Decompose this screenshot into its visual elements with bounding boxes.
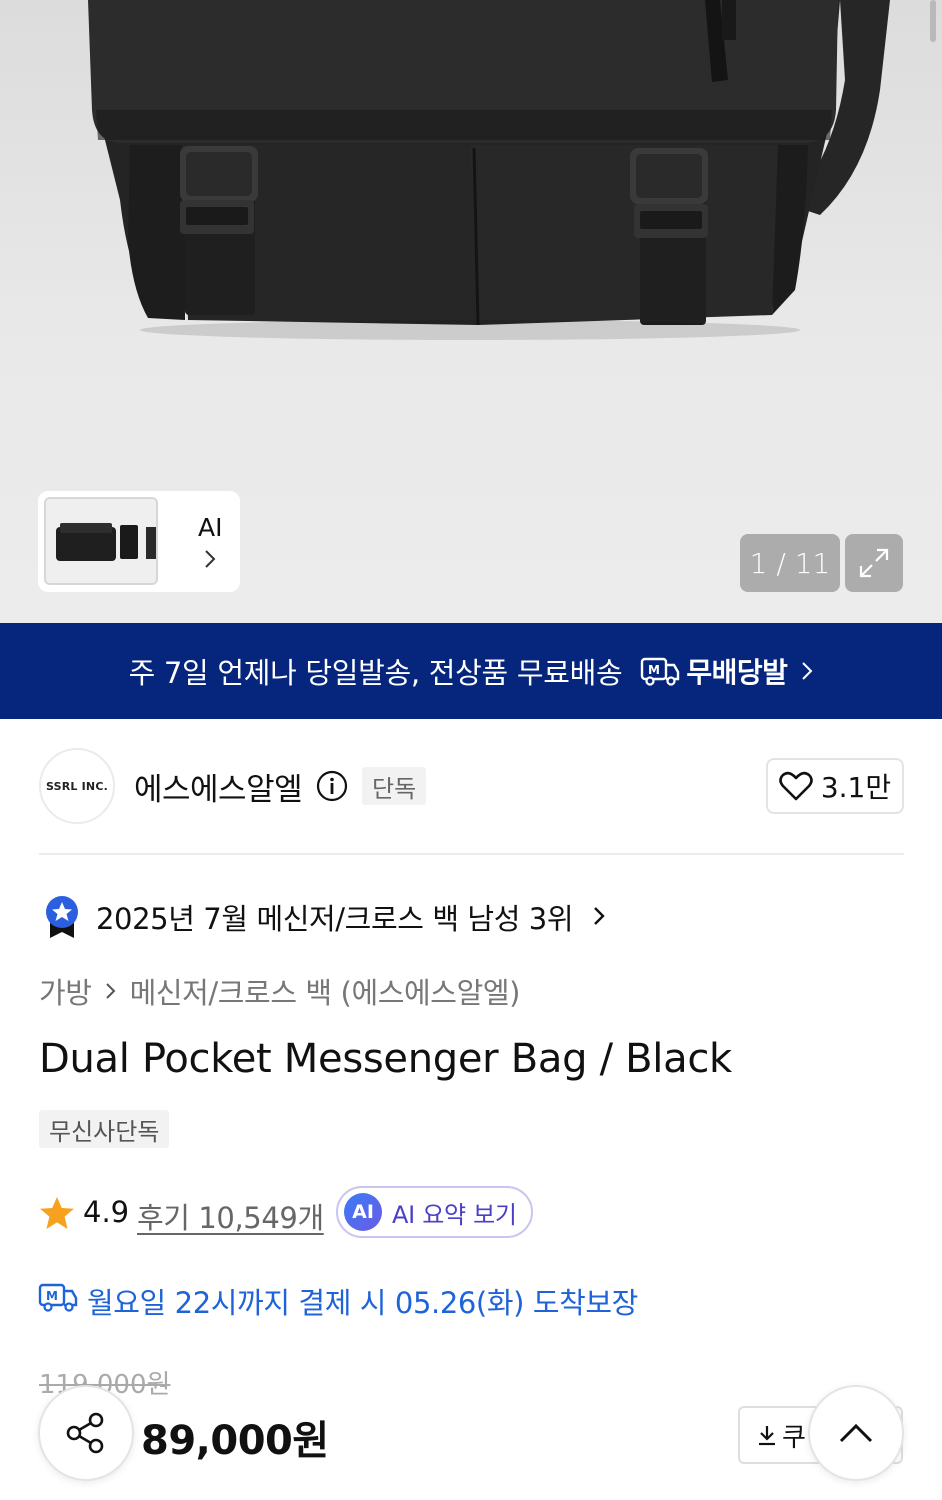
info-icon[interactable] [316, 770, 348, 802]
image-counter: 1 / 11 [740, 534, 840, 592]
brand-exclusive-tag: 단독 [362, 767, 427, 805]
brand-logo[interactable]: SSRL INC. [39, 748, 115, 824]
delivery-truck-icon: M [640, 655, 680, 687]
svg-text:M: M [46, 1289, 58, 1303]
ai-summary-button[interactable]: AI AI 요약 보기 [336, 1186, 533, 1238]
chevron-right-icon [594, 907, 605, 925]
share-icon [66, 1412, 104, 1454]
delivery-guarantee: 월요일 22시까지 결제 시 05.26(화) 도착보장 [87, 1286, 638, 1320]
coupon-label: 쿠 [782, 1422, 806, 1453]
chevron-right-icon [104, 980, 118, 1002]
heart-icon [779, 771, 813, 801]
breadcrumb-category[interactable]: 가방 [39, 970, 92, 1012]
thumbnail-image [44, 497, 158, 585]
ranking-text[interactable]: 2025년 7월 메신저/크로스 백 남성 3위 [96, 896, 574, 938]
reviews-link[interactable]: 후기 10,549개 [137, 1195, 324, 1237]
ranking-medal-icon [46, 896, 78, 938]
product-title: Dual Pocket Messenger Bag / Black [39, 1036, 732, 1082]
sale-price: 89,000원 [141, 1418, 329, 1464]
chevron-up-icon [839, 1423, 873, 1443]
like-button[interactable]: 3.1만 [766, 758, 904, 814]
brand-name[interactable]: 에스에스알엘 [134, 764, 303, 809]
expand-icon [859, 548, 889, 578]
product-image-gallery[interactable]: AI 1 / 11 [0, 0, 942, 623]
delivery-truck-icon: M [38, 1283, 78, 1312]
scroll-top-button[interactable] [808, 1385, 904, 1481]
download-icon [759, 1426, 775, 1446]
expand-button[interactable] [845, 534, 903, 592]
ai-summary-label: AI 요약 보기 [392, 1200, 517, 1229]
scrollbar[interactable] [930, 0, 936, 42]
exclusive-tag: 무신사단독 [39, 1110, 170, 1148]
thumbnail-ai-label: AI [198, 513, 223, 542]
banner-text: 주 7일 언제나 당일발송, 전상품 무료배송 [128, 656, 623, 690]
chevron-right-icon [205, 550, 216, 568]
rating-score: 4.9 [83, 1195, 130, 1229]
divider [39, 853, 904, 855]
delivery-promo-banner[interactable]: 주 7일 언제나 당일발송, 전상품 무료배송 M 무배당발 [0, 623, 942, 719]
ai-thumbnail-card[interactable]: AI [38, 491, 240, 592]
like-count: 3.1만 [820, 771, 892, 804]
banner-brand: 무배당발 [686, 656, 788, 689]
chevron-right-icon [801, 661, 813, 681]
ai-badge-icon: AI [344, 1193, 382, 1231]
star-icon [40, 1197, 74, 1229]
breadcrumb-subcategory[interactable]: 메신저/크로스 백 (에스에스알엘) [130, 970, 521, 1012]
share-button[interactable] [38, 1385, 134, 1481]
svg-text:M: M [648, 663, 660, 677]
breadcrumb: 가방 메신저/크로스 백 (에스에스알엘) [39, 970, 520, 1012]
